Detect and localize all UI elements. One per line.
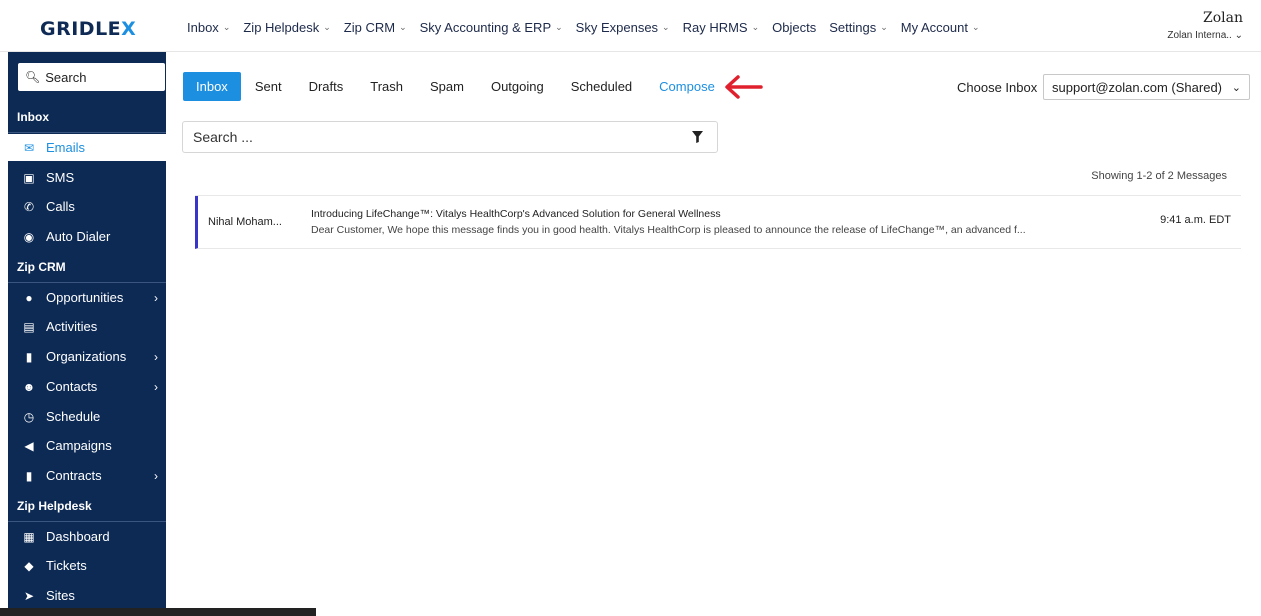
chevron-down-icon: ⌄ [323, 22, 331, 32]
megaphone-icon: ◀ [24, 438, 34, 453]
account-menu[interactable]: Zolan Zolan Interna.. ⌄ [1167, 10, 1243, 41]
topnav-my-account[interactable]: My Account ⌄ [901, 20, 980, 35]
sidebar-item-emails[interactable]: ✉ Emails [8, 134, 166, 161]
tab-trash[interactable]: Trash [357, 72, 416, 101]
top-navigation: Inbox ⌄ Zip Helpdesk ⌄ Zip CRM ⌄ Sky Accoun… [187, 20, 993, 35]
message-time: 9:41 a.m. EDT [1160, 214, 1231, 226]
topnav-objects[interactable]: Objects [772, 20, 816, 35]
sidebar-item-sms[interactable]: ▣ SMS [8, 164, 166, 191]
topnav-ray-hrms[interactable]: Ray HRMS ⌄ [683, 20, 760, 35]
chevron-down-icon: ⌄ [399, 22, 407, 32]
tab-outgoing[interactable]: Outgoing [478, 72, 557, 101]
sidebar-section-zip-helpdesk: Zip Helpdesk [17, 499, 92, 513]
gridlex-logo[interactable]: GRIDLEX [40, 18, 136, 40]
annotation-arrow-icon [725, 75, 763, 99]
document-icon: ▮ [25, 468, 33, 483]
building-icon: ▮ [25, 349, 33, 364]
sidebar-item-calls[interactable]: ✆ Calls [8, 193, 166, 220]
sidebar-section-zip-crm: Zip CRM [17, 260, 66, 274]
tab-compose[interactable]: Compose [646, 72, 728, 101]
search-icon: 🔍︎ [25, 70, 41, 84]
account-name: Zolan [1203, 10, 1243, 26]
sidebar-item-activities[interactable]: ▤ Activities [8, 313, 166, 340]
divider [8, 282, 166, 283]
sidebar-item-campaigns[interactable]: ◀ Campaigns [8, 432, 166, 459]
message-count: Showing 1-2 of 2 Messages [1091, 170, 1227, 182]
tab-scheduled[interactable]: Scheduled [558, 72, 645, 101]
sidebar-item-auto-dialer[interactable]: ◉ Auto Dialer [8, 223, 166, 250]
sidebar-item-contacts[interactable]: ☻ Contacts › [8, 373, 166, 400]
envelope-icon: ✉ [23, 140, 35, 155]
filter-icon[interactable] [692, 131, 703, 143]
chevron-right-icon: › [154, 349, 158, 364]
tab-sent[interactable]: Sent [242, 72, 295, 101]
topnav-inbox[interactable]: Inbox ⌄ [187, 20, 230, 35]
top-bar: GRIDLEX Inbox ⌄ Zip Helpdesk ⌄ Zip CRM ⌄ Sk… [0, 0, 1261, 52]
tab-drafts[interactable]: Drafts [296, 72, 357, 101]
topnav-settings[interactable]: Settings ⌄ [829, 20, 888, 35]
chevron-down-icon: ⌄ [222, 22, 231, 32]
chevron-down-icon: ⌄ [751, 22, 760, 32]
topnav-sky-expenses[interactable]: Sky Expenses ⌄ [576, 20, 670, 35]
chevron-down-icon: ⌄ [555, 22, 563, 32]
choose-inbox-label: Choose Inbox [957, 80, 1038, 95]
tab-inbox[interactable]: Inbox [183, 72, 241, 101]
sidebar-item-tickets[interactable]: ◆ Tickets [8, 552, 166, 579]
sidebar-item-opportunities[interactable]: ● Opportunities › [8, 284, 166, 311]
choose-inbox-select[interactable]: support@zolan.com (Shared) ⌄ [1043, 74, 1250, 100]
sidebar-item-sites[interactable]: ➤ Sites [8, 582, 166, 609]
clock-icon: ◷ [23, 409, 35, 424]
message-snippet: Dear Customer, We hope this message find… [311, 224, 1026, 236]
sidebar-item-organizations[interactable]: ▮ Organizations › [8, 343, 166, 370]
topnav-zip-helpdesk[interactable]: Zip Helpdesk ⌄ [243, 20, 330, 35]
dashboard-icon: ▦ [23, 529, 35, 544]
chevron-down-icon: ⌄ [971, 22, 980, 32]
chevron-right-icon: › [154, 468, 158, 483]
tab-spam[interactable]: Spam [417, 72, 477, 101]
ticket-icon: ◆ [24, 558, 34, 573]
mail-tabs: Inbox Sent Drafts Trash Spam Outgoing Sc… [183, 72, 729, 101]
sidebar-search[interactable]: 🔍︎ Search [18, 63, 165, 91]
sidebar: 🔍︎ Search Inbox ✉ Emails ▣ SMS ✆ Calls ◉ Aut… [8, 52, 166, 616]
user-icon: ☻ [22, 379, 36, 394]
divider [8, 521, 166, 522]
chevron-down-icon: ⌄ [1234, 30, 1243, 41]
phone-icon: ✆ [23, 199, 35, 214]
lightbulb-icon: ● [25, 290, 33, 305]
sidebar-item-schedule[interactable]: ◷ Schedule [8, 403, 166, 430]
chat-icon: ▣ [23, 170, 35, 185]
chevron-right-icon: › [154, 379, 158, 394]
topnav-sky-accounting[interactable]: Sky Accounting & ERP ⌄ [420, 20, 563, 35]
chevron-right-icon: › [154, 290, 158, 305]
sidebar-item-dashboard[interactable]: ▦ Dashboard [8, 523, 166, 550]
chevron-down-icon: ⌄ [880, 22, 888, 32]
chevron-down-icon: ⌄ [662, 22, 670, 32]
status-bar [0, 608, 316, 616]
cursor-icon: ➤ [23, 588, 35, 603]
divider [8, 132, 166, 133]
account-org: Zolan Interna.. ⌄ [1167, 30, 1243, 41]
topnav-zip-crm[interactable]: Zip CRM ⌄ [344, 20, 407, 35]
activity-chart-icon: ▤ [23, 319, 35, 334]
sidebar-section-inbox: Inbox [17, 110, 49, 124]
email-search-input[interactable]: Search ... [182, 121, 718, 153]
sidebar-item-contracts[interactable]: ▮ Contracts › [8, 462, 166, 489]
message-row[interactable]: Nihal Moham... Introducing LifeChange™: … [195, 196, 1241, 249]
chevron-down-icon: ⌄ [1231, 81, 1241, 94]
message-sender: Nihal Moham... [208, 216, 282, 228]
dialer-icon: ◉ [23, 229, 35, 244]
message-subject: Introducing LifeChange™: Vitalys HealthC… [311, 208, 721, 220]
